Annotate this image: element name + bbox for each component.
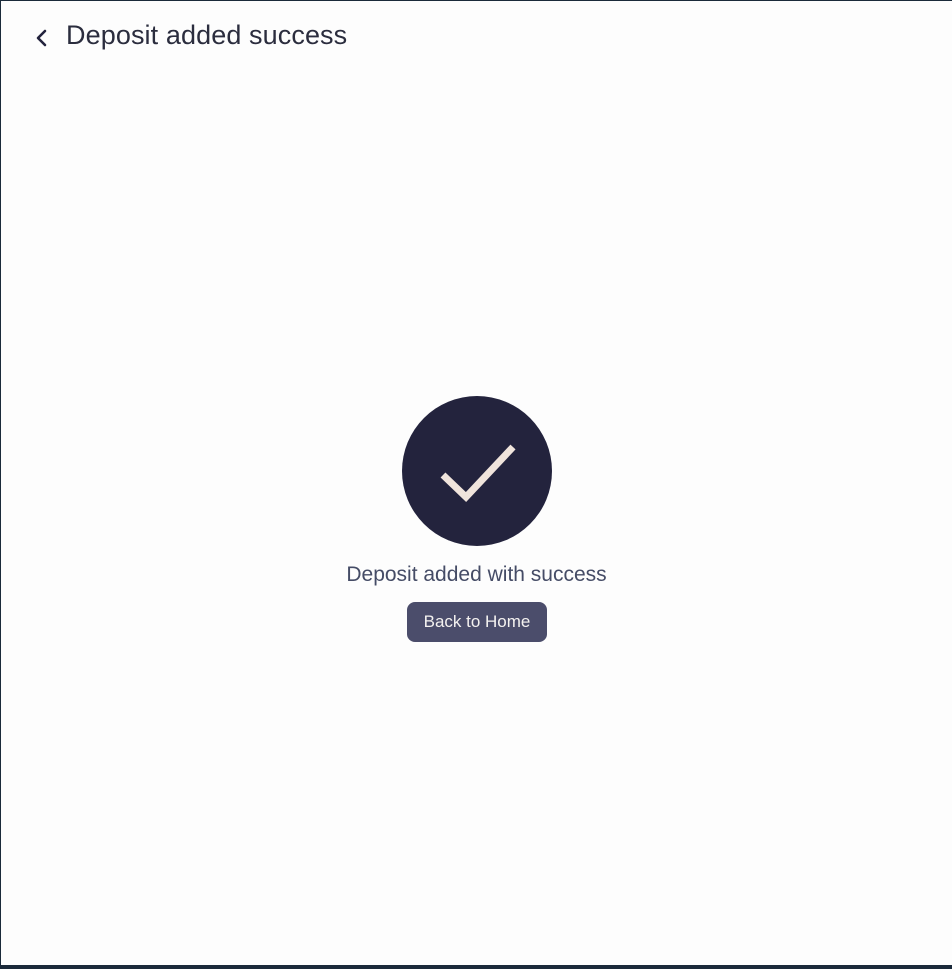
app-window: Deposit added success Deposit added with… <box>1 1 952 965</box>
checkmark-icon <box>440 444 516 502</box>
back-to-home-button[interactable]: Back to Home <box>407 602 547 642</box>
page-title: Deposit added success <box>66 20 348 50</box>
back-button[interactable] <box>31 25 53 51</box>
success-badge <box>402 396 552 546</box>
chevron-left-icon <box>36 29 47 47</box>
success-message: Deposit added with success <box>346 563 607 586</box>
header: Deposit added success <box>1 1 952 75</box>
